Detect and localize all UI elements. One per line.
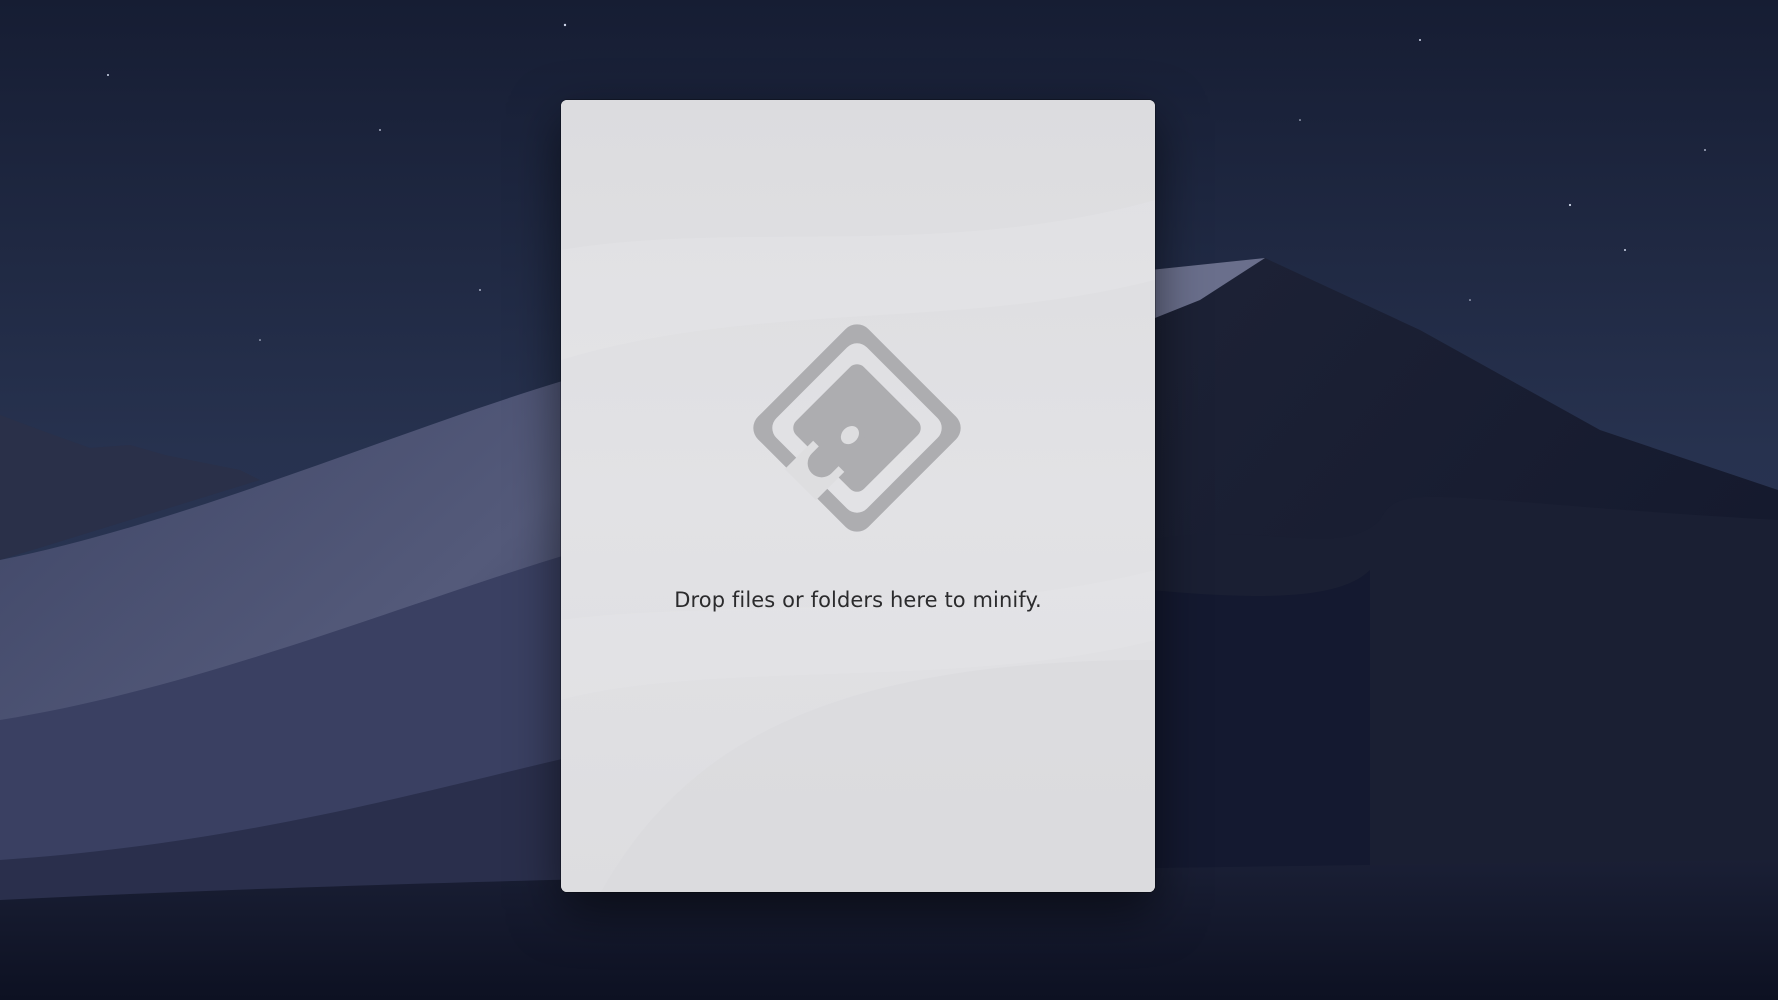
minify-window: Drop files or folders here to minify.	[561, 100, 1155, 892]
minify-app-icon	[747, 318, 967, 538]
file-drop-zone[interactable]: Drop files or folders here to minify.	[561, 100, 1155, 892]
drop-prompt-text: Drop files or folders here to minify.	[674, 588, 1042, 612]
desktop: Drop files or folders here to minify.	[0, 0, 1778, 1000]
